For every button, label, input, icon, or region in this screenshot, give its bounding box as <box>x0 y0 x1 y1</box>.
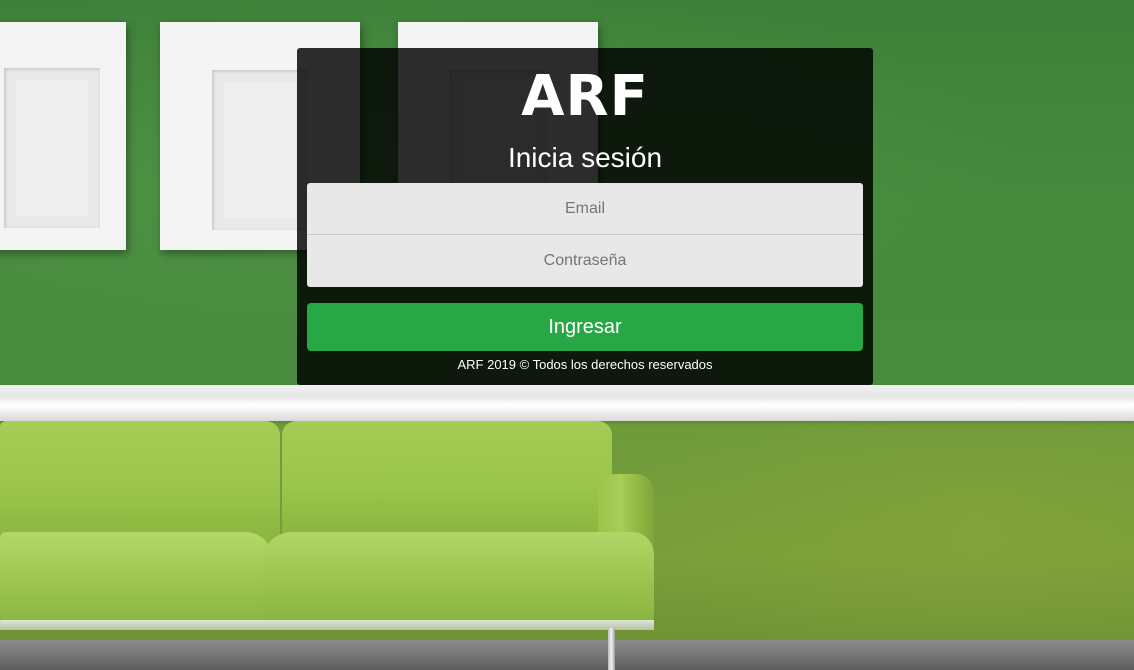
login-page: ARF Inicia sesión Ingresar ARF 2019 © To… <box>0 0 1134 670</box>
sofa-cushion-right <box>262 532 654 624</box>
brand-logo: ARF <box>521 64 649 129</box>
login-button[interactable]: Ingresar <box>307 303 863 351</box>
page-title: Inicia sesión <box>507 142 663 173</box>
wall-frame-left <box>0 22 126 250</box>
email-field[interactable] <box>307 183 863 235</box>
login-form: ARF Inicia sesión Ingresar ARF 2019 © To… <box>297 48 873 385</box>
copyright-footer: ARF 2019 © Todos los derechos reservados <box>457 357 713 372</box>
wall-moulding <box>0 385 1134 421</box>
floor <box>0 640 1134 670</box>
password-field[interactable] <box>307 235 863 287</box>
sofa-leg <box>608 628 615 670</box>
sofa-base <box>0 620 654 630</box>
sofa-cushion-left <box>0 532 272 624</box>
